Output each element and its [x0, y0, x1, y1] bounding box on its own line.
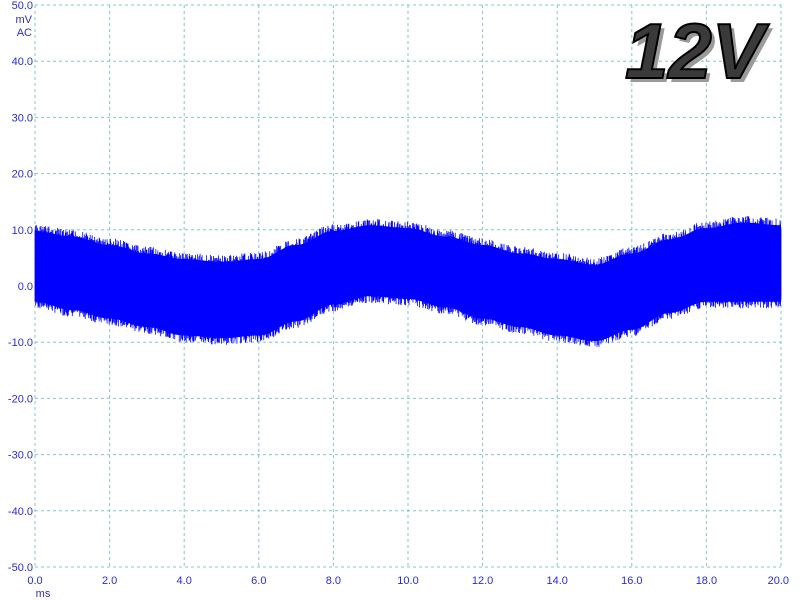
y-tick-label: 30.0: [12, 112, 33, 124]
y-tick-label: -20.0: [8, 393, 33, 405]
x-tick-label: 10.0: [397, 575, 418, 587]
x-tick-label: 8.0: [326, 575, 341, 587]
x-tick-label: 0.0: [27, 575, 42, 587]
y-tick-label: -40.0: [8, 506, 33, 518]
coupling-label: AC: [17, 27, 32, 39]
y-tick-labels: 50.0 40.0 30.0 20.0 10.0 0.0 -10.0 -20.0 -30.0 -4…: [8, 0, 33, 574]
y-tick-label: 50.0: [12, 0, 33, 12]
x-tick-label: 4.0: [177, 575, 192, 587]
voltage-badge: 12V: [625, 7, 770, 95]
oscilloscope-chart: 50.0 40.0 30.0 20.0 10.0 0.0 -10.0 -20.0 -30.0 -4…: [8, 0, 789, 600]
x-unit-label: ms: [36, 588, 51, 600]
x-tick-label: 16.0: [621, 575, 642, 587]
x-tick-label: 2.0: [102, 575, 117, 587]
x-tick-labels: 0.0 2.0 4.0 6.0 8.0 10.0 12.0 14.0 16.0 18.0 20.0: [27, 575, 789, 587]
y-unit-label: mV: [16, 14, 33, 26]
y-tick-label: -10.0: [8, 337, 33, 349]
trace-layer: [34, 216, 782, 347]
x-tick-label: 18.0: [696, 575, 717, 587]
x-tick-label: 6.0: [251, 575, 266, 587]
trace-line: [34, 216, 782, 347]
y-tick-label: 40.0: [12, 56, 33, 68]
x-tick-label: 14.0: [546, 575, 567, 587]
x-tick-label: 12.0: [472, 575, 493, 587]
x-tick-label: 20.0: [768, 575, 789, 587]
y-tick-label: -50.0: [8, 562, 33, 574]
y-tick-label: 10.0: [12, 225, 33, 237]
y-tick-label: 0.0: [18, 281, 33, 293]
y-tick-label: -30.0: [8, 450, 33, 462]
y-tick-label: 20.0: [12, 169, 33, 181]
